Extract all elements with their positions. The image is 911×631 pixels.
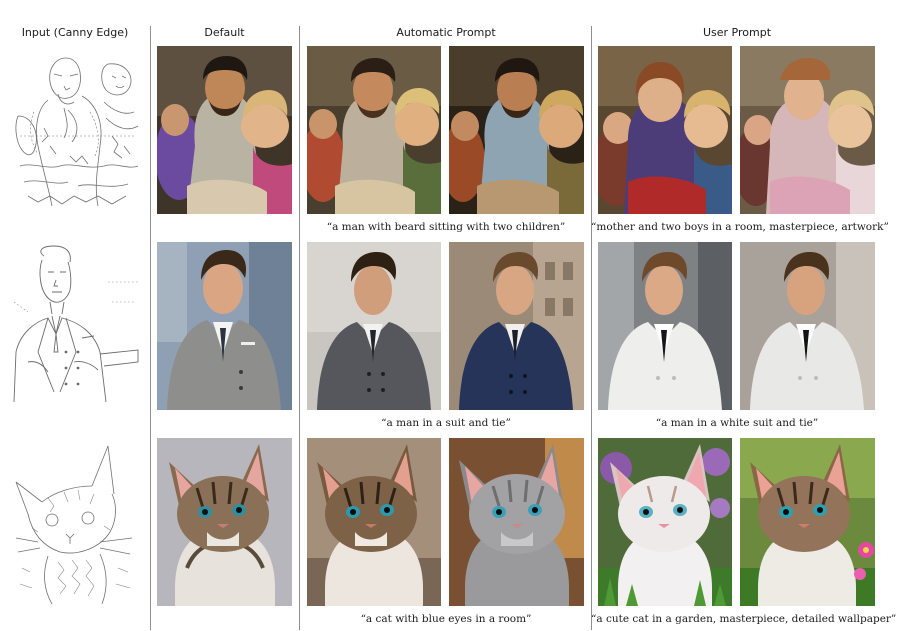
row1-user-caption: “mother and two boys in a room, masterpi… — [591, 221, 889, 233]
row2-auto-image-2 — [449, 242, 584, 410]
row1-input-edge-map — [8, 46, 142, 214]
row2-user-caption: “a man in a white suit and tie” — [655, 417, 819, 429]
row1-auto-image-1 — [307, 46, 441, 214]
header-default: Default — [204, 26, 245, 39]
separator-2 — [299, 26, 300, 630]
row3-default-image — [157, 438, 292, 606]
row1-auto-image-2 — [449, 46, 584, 214]
row2-automatic-caption: “a man in a suit and tie” — [381, 417, 511, 429]
header-automatic-prompt: Automatic Prompt — [396, 26, 496, 39]
header-user-prompt: User Prompt — [702, 26, 772, 39]
row3-auto-image-2 — [449, 438, 584, 606]
row1-default-image — [157, 46, 292, 214]
row2-user-image-2 — [740, 242, 875, 410]
row3-input-edge-map — [8, 438, 142, 606]
row3-automatic-caption: “a cat with blue eyes in a room” — [360, 613, 532, 625]
row2-auto-image-1 — [307, 242, 441, 410]
row3-auto-image-1 — [307, 438, 441, 606]
row3-user-image-1 — [598, 438, 732, 606]
row3-user-caption: “a cute cat in a garden, masterpiece, de… — [591, 613, 897, 625]
row2-input-edge-map — [8, 242, 142, 410]
separator-1 — [150, 26, 151, 630]
row2-default-image — [157, 242, 292, 410]
separator-3 — [591, 26, 592, 630]
row2-user-image-1 — [598, 242, 732, 410]
row1-automatic-caption: “a man with beard sitting with two child… — [326, 221, 566, 233]
row3-user-image-2 — [740, 438, 875, 606]
header-input: Input (Canny Edge) — [21, 26, 129, 39]
row1-user-image-2 — [740, 46, 875, 214]
row1-user-image-1 — [598, 46, 732, 214]
